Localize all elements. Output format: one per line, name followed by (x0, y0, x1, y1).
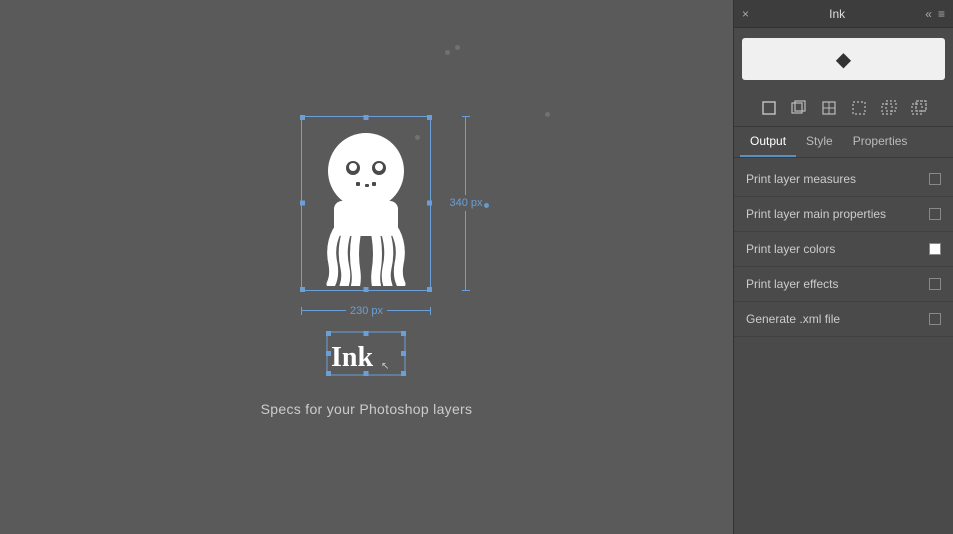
export-icon[interactable] (907, 96, 931, 120)
option-print-measures-checkbox[interactable] (929, 173, 941, 185)
option-print-main-props-checkbox[interactable] (929, 208, 941, 220)
option-print-measures[interactable]: Print layer measures (734, 162, 953, 197)
decor-dot (545, 112, 550, 117)
handle-mb[interactable] (364, 287, 369, 292)
panel-title: Ink (829, 7, 845, 21)
single-layer-icon[interactable] (757, 96, 781, 120)
option-print-effects-label: Print layer effects (746, 277, 838, 291)
option-print-colors-label: Print layer colors (746, 242, 835, 256)
layers-icon[interactable] (787, 96, 811, 120)
icon-toolbar (734, 90, 953, 127)
octopus-artwork (301, 116, 431, 286)
canvas-content: 340 px (261, 116, 473, 419)
option-generate-xml[interactable]: Generate .xml file (734, 302, 953, 337)
color-preview[interactable]: ◆ (742, 38, 945, 80)
option-print-measures-label: Print layer measures (746, 172, 856, 186)
svg-text:↖: ↖ (381, 361, 389, 372)
multi-select-icon[interactable] (877, 96, 901, 120)
decor-dot (455, 45, 460, 50)
panel-close-button[interactable]: × (742, 8, 749, 20)
option-print-effects[interactable]: Print layer effects (734, 267, 953, 302)
canvas-area: 340 px (0, 0, 733, 534)
handle-bl[interactable] (300, 287, 305, 292)
tab-output[interactable]: Output (740, 127, 796, 157)
measure-h-label: 230 px (346, 303, 387, 319)
tab-properties[interactable]: Properties (843, 127, 918, 157)
option-print-colors[interactable]: Print layer colors (734, 232, 953, 267)
artwork-container: 340 px (301, 116, 431, 291)
titlebar-icons: « ≡ (925, 8, 945, 20)
selection-icon[interactable] (847, 96, 871, 120)
text-logo-container: Ink ↖ (326, 331, 406, 381)
specs-label: Specs for your Photoshop layers (261, 401, 473, 417)
measure-vertical: 340 px (445, 116, 486, 291)
text-selection-overlay: ↖ (326, 331, 406, 376)
option-generate-xml-checkbox[interactable] (929, 313, 941, 325)
option-generate-xml-label: Generate .xml file (746, 312, 840, 326)
panel-menu-button[interactable]: ≡ (938, 8, 945, 20)
panel: × Ink « ≡ ◆ Output Style P (733, 0, 953, 534)
option-print-effects-checkbox[interactable] (929, 278, 941, 290)
panel-collapse-button[interactable]: « (925, 8, 932, 20)
measure-v-label: 340 px (445, 195, 486, 211)
measure-dot (484, 203, 489, 208)
measure-horizontal: 230 px (301, 303, 431, 319)
option-print-main-props-label: Print layer main properties (746, 207, 886, 221)
color-drop-icon: ◆ (836, 47, 851, 72)
tabs: Output Style Properties (734, 127, 953, 158)
specs-label-container: Specs for your Photoshop layers (261, 401, 473, 419)
grid-icon[interactable] (817, 96, 841, 120)
octopus-wrapper (301, 116, 431, 291)
tab-style[interactable]: Style (796, 127, 843, 157)
panel-titlebar: × Ink « ≡ (734, 0, 953, 28)
decor-dot (445, 50, 450, 55)
options-list: Print layer measures Print layer main pr… (734, 158, 953, 534)
handle-br[interactable] (427, 287, 432, 292)
option-print-colors-checkbox[interactable] (929, 243, 941, 255)
option-print-main-props[interactable]: Print layer main properties (734, 197, 953, 232)
